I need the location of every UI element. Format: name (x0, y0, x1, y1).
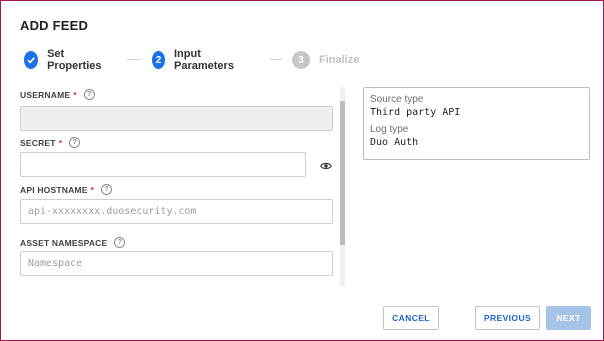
next-button[interactable]: NEXT (546, 306, 591, 330)
secret-field[interactable] (20, 152, 306, 177)
scrollbar-thumb[interactable] (340, 101, 345, 245)
asset-namespace-label: ASSET NAMESPACE ? (20, 237, 126, 248)
help-icon[interactable]: ? (83, 89, 95, 100)
eye-icon[interactable] (320, 158, 332, 170)
help-icon[interactable]: ? (101, 184, 113, 195)
username-label: USERNAME * ? (20, 89, 95, 100)
step-input-parameters: 2 Input Parameters (152, 48, 239, 72)
step-connector (270, 59, 282, 60)
check-icon (24, 51, 39, 69)
step-connector (127, 59, 141, 60)
step-label: Finalize (319, 54, 360, 66)
step-label: Input Parameters (174, 48, 234, 72)
secret-label: SECRET * ? (20, 137, 81, 148)
form-scroll-area: USERNAME * ? SECRET * ? API HOSTNAME * ? ap… (20, 87, 334, 287)
api-hostname-field[interactable]: api-xxxxxxxx.duosecurity.com (20, 199, 333, 224)
dialog-title: ADD FEED (20, 18, 89, 33)
step-set-properties: Set Properties (24, 48, 105, 72)
add-feed-dialog: ADD FEED Set Properties 2 Input Paramete… (0, 0, 604, 341)
previous-button[interactable]: PREVIOUS (475, 306, 540, 330)
asset-namespace-field[interactable]: Namespace (20, 251, 333, 276)
help-icon[interactable]: ? (69, 137, 81, 148)
help-icon[interactable]: ? (114, 237, 126, 248)
source-type-label: Source type (370, 94, 424, 105)
feed-info-panel: Source type Third party API Log type Duo… (363, 87, 590, 160)
username-field[interactable] (20, 106, 333, 131)
log-type-label: Log type (370, 124, 409, 135)
source-type-value: Third party API (370, 107, 461, 118)
form-scrollbar[interactable] (340, 87, 345, 286)
required-marker: * (73, 89, 77, 100)
step-label: Set Properties (47, 48, 102, 72)
log-type-value: Duo Auth (370, 137, 419, 148)
cancel-button[interactable]: CANCEL (383, 306, 439, 330)
required-marker: * (58, 137, 63, 148)
step-number: 2 (152, 51, 165, 69)
step-number: 3 (292, 51, 310, 69)
step-finalize: 3 Finalize (292, 49, 359, 71)
required-marker: * (90, 184, 95, 195)
api-hostname-label: API HOSTNAME * ? (20, 184, 113, 195)
